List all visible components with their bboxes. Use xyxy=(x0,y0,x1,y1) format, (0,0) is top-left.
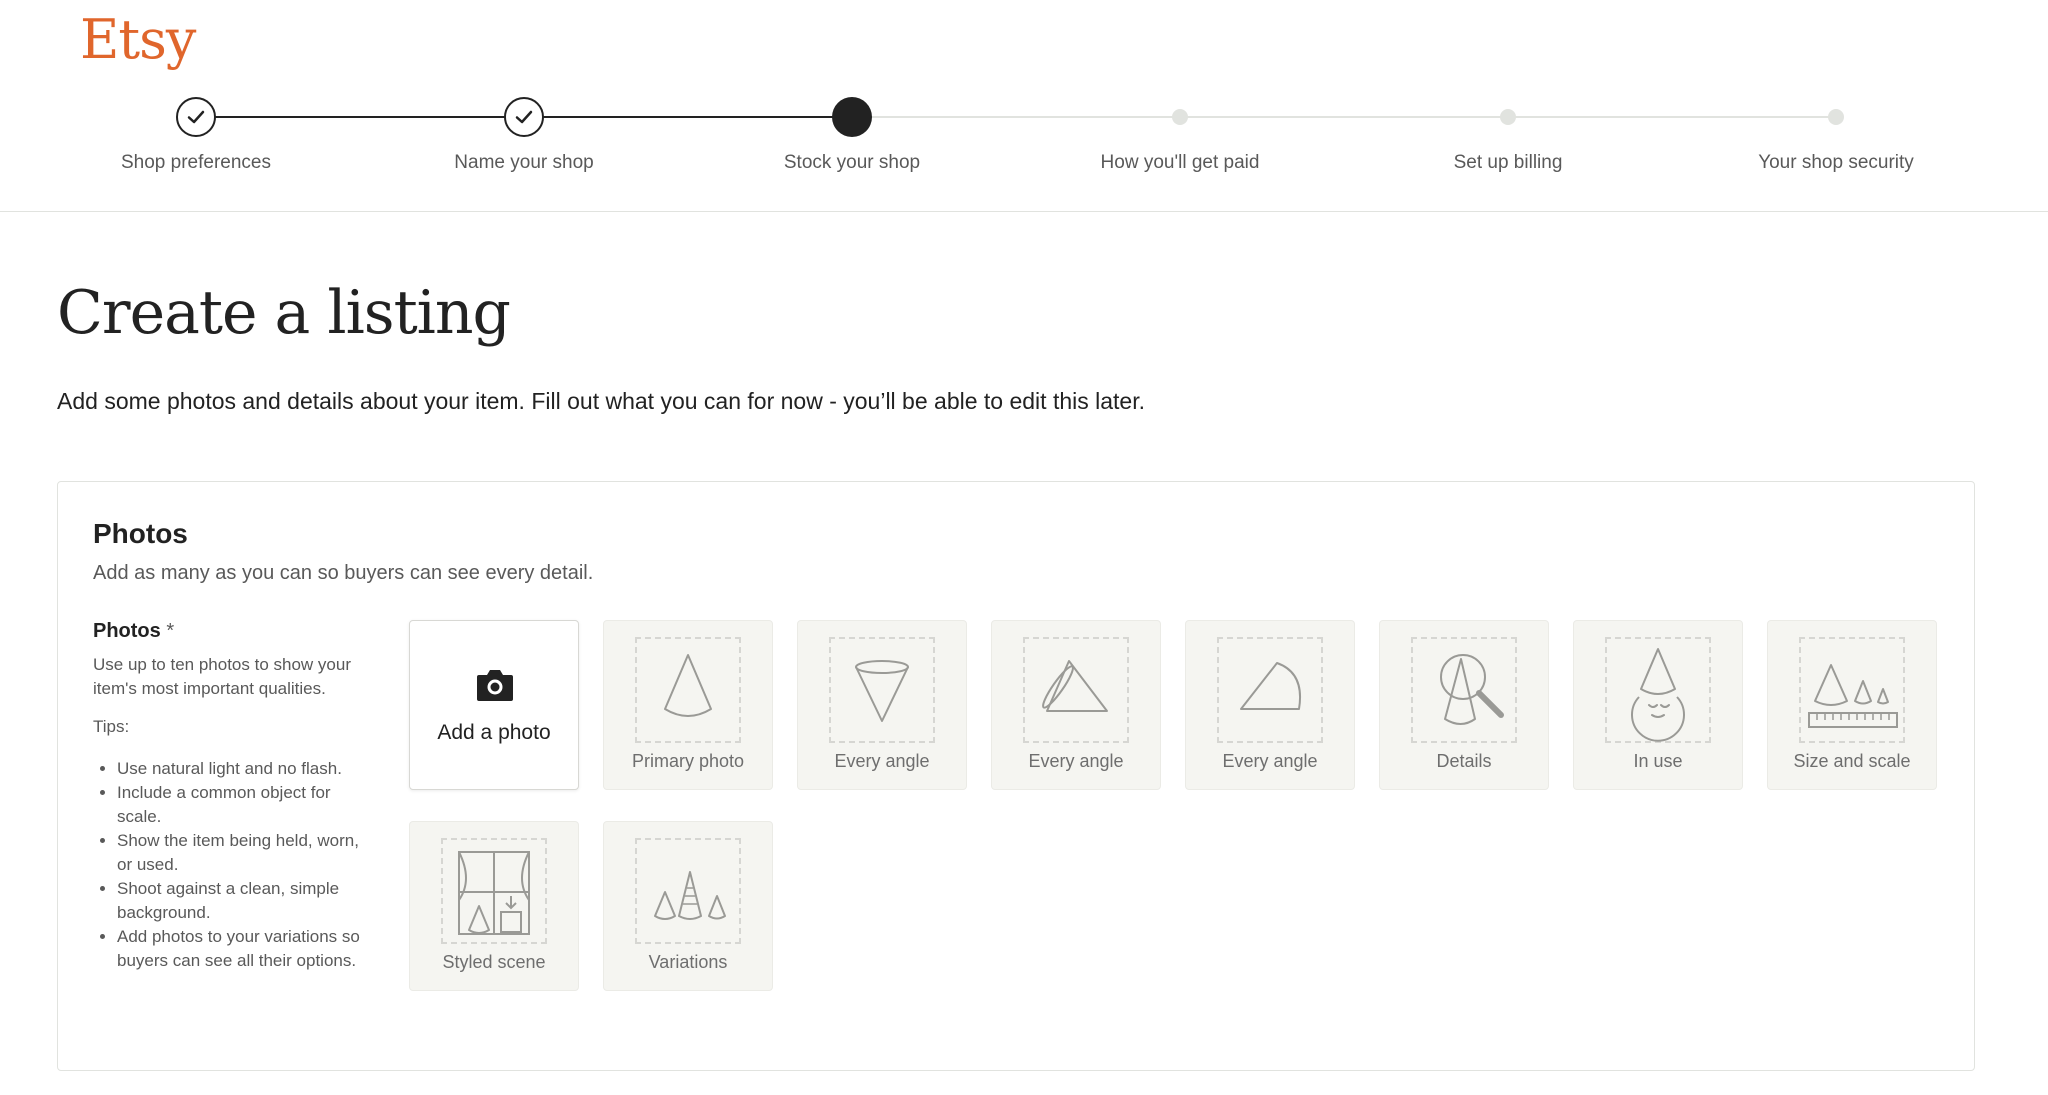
photo-slot-every-angle-2[interactable]: Every angle xyxy=(991,620,1161,790)
photo-slot-variations[interactable]: Variations xyxy=(603,821,773,991)
slot-label: Variations xyxy=(648,952,728,972)
step-label: Stock your shop xyxy=(783,152,921,173)
step-label: How you'll get paid xyxy=(1100,152,1260,173)
cone-tilted-icon xyxy=(1240,662,1301,710)
check-circle-icon xyxy=(176,97,216,137)
slot-label: Styled scene xyxy=(442,952,546,972)
photos-card: Photos Add as many as you can so buyers … xyxy=(57,481,1975,1071)
add-photo-label: Add a photo xyxy=(437,721,551,744)
step-label: Your shop security xyxy=(1758,152,1914,173)
required-mark: * xyxy=(166,620,175,642)
slot-label: Size and scale xyxy=(1793,751,1911,771)
slot-label: Every angle xyxy=(1222,751,1318,771)
photos-help: Photos * Use up to ten photos to show yo… xyxy=(93,620,363,973)
step-stock-your-shop: Stock your shop xyxy=(702,90,1002,174)
step-how-youll-get-paid: How you'll get paid xyxy=(1030,90,1330,174)
page-subtitle: Add some photos and details about your i… xyxy=(57,388,1145,414)
photo-slot-primary[interactable]: Primary photo xyxy=(603,620,773,790)
step-shop-preferences[interactable]: Shop preferences xyxy=(46,90,346,174)
section-subtitle: Add as many as you can so buyers can see… xyxy=(93,562,594,584)
photo-slot-details[interactable]: Details xyxy=(1379,620,1549,790)
list-item: Add photos to your variations so buyers … xyxy=(117,925,363,973)
photo-slot-size-and-scale[interactable]: Size and scale xyxy=(1767,620,1937,790)
current-step-dot-icon xyxy=(832,97,872,137)
section-title: Photos xyxy=(93,518,188,549)
slot-label: Primary photo xyxy=(631,751,745,771)
page-title: Create a listing xyxy=(57,278,511,348)
field-label: Photos * xyxy=(93,620,175,642)
list-item: Use natural light and no flash. xyxy=(117,757,363,781)
add-photo-button[interactable]: Add a photo xyxy=(409,620,579,790)
step-set-up-billing: Set up billing xyxy=(1358,90,1658,174)
list-item: Shoot against a clean, simple background… xyxy=(117,877,363,925)
slot-label: Every angle xyxy=(1028,751,1124,771)
photo-slot-every-angle-1[interactable]: Every angle xyxy=(797,620,967,790)
slot-label: Every angle xyxy=(834,751,930,771)
photo-slot-styled-scene[interactable]: Styled scene xyxy=(409,821,579,991)
photo-slot-every-angle-3[interactable]: Every angle xyxy=(1185,620,1355,790)
person-cone-hat-icon xyxy=(1631,648,1685,742)
slot-label: Details xyxy=(1436,751,1492,771)
etsy-logo[interactable]: Etsy xyxy=(80,8,196,71)
step-label: Name your shop xyxy=(454,152,594,173)
three-cones-icon xyxy=(654,871,726,920)
list-item: Include a common object for scale. xyxy=(117,781,363,829)
field-description: Use up to ten photos to show your item's… xyxy=(93,655,351,698)
list-item: Show the item being held, worn, or used. xyxy=(117,829,363,877)
slot-label: In use xyxy=(1633,751,1683,771)
onboarding-header: Etsy Shop preferences Name your shop Sto… xyxy=(0,0,2048,212)
cone-inverted-icon xyxy=(855,660,909,722)
future-step-dot-icon xyxy=(1500,109,1516,125)
step-your-shop-security: Your shop security xyxy=(1686,90,1986,174)
camera-icon xyxy=(477,670,513,701)
tips-list: Use natural light and no flash. Include … xyxy=(93,757,363,973)
progress-stepper: Shop preferences Name your shop Stock yo… xyxy=(0,90,2048,180)
cones-ruler-icon xyxy=(1808,664,1898,728)
cone-side-icon xyxy=(1042,660,1108,712)
window-scene-icon xyxy=(458,851,530,935)
future-step-dot-icon xyxy=(1172,109,1188,125)
step-label: Set up billing xyxy=(1453,152,1563,173)
future-step-dot-icon xyxy=(1828,109,1844,125)
step-name-your-shop[interactable]: Name your shop xyxy=(374,90,674,174)
magnifier-cone-icon xyxy=(1440,654,1504,725)
check-circle-icon xyxy=(504,97,544,137)
photo-slot-in-use[interactable]: In use xyxy=(1573,620,1743,790)
step-label: Shop preferences xyxy=(121,152,271,173)
tips-label: Tips: xyxy=(93,717,130,736)
cone-icon xyxy=(664,654,712,717)
